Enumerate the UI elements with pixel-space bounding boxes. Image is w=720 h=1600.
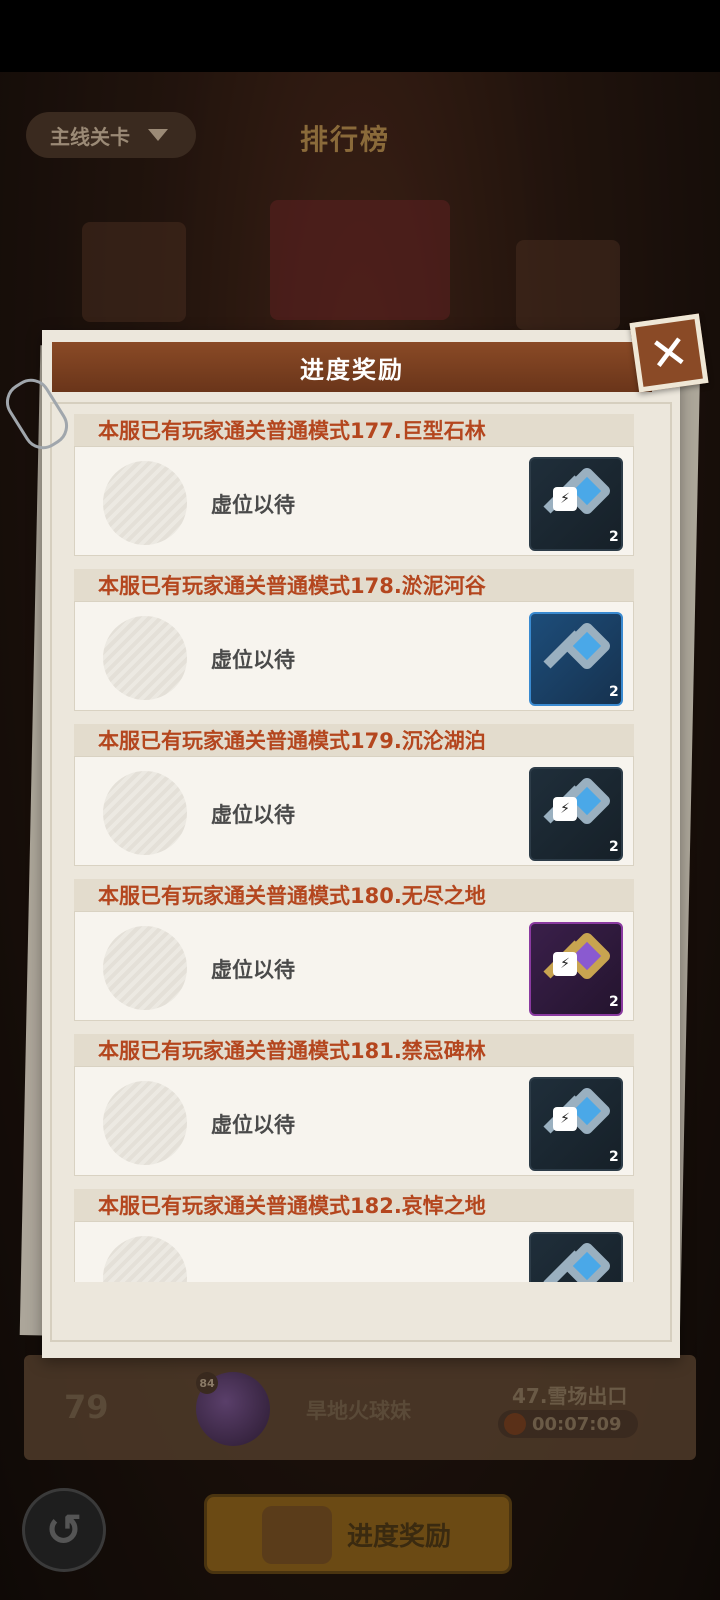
- podium-1: [270, 200, 450, 320]
- empty-avatar: [103, 926, 187, 1010]
- back-arrow-icon: ↺: [45, 1504, 83, 1556]
- lightning-lock-icon: ⚡: [553, 487, 577, 511]
- mode-selector[interactable]: 主线关卡: [26, 112, 196, 158]
- empty-avatar: [103, 616, 187, 700]
- list-item: 本服已有玩家通关普通模式179.沉沦湖泊 虚位以待 ⚡ 2: [74, 724, 634, 866]
- row-body: 虚位以待 2: [74, 601, 634, 711]
- progress-reward-modal: 进度奖励 本服已有玩家通关普通模式177.巨型石林 虚位以待 ⚡ 2 本服已有玩…: [42, 330, 680, 1358]
- leaderboard-title: 排行榜: [300, 123, 391, 156]
- row-status: 虚位以待: [211, 648, 295, 672]
- row-status: 虚位以待: [211, 1113, 295, 1137]
- row-status: 虚位以待: [211, 958, 295, 982]
- close-button[interactable]: ✕: [629, 313, 709, 393]
- progress-reward-button-label: 进度奖励: [347, 1521, 452, 1552]
- player-time-text: 00:07:09: [532, 1413, 622, 1435]
- clock-icon: [504, 1413, 526, 1435]
- row-title: 本服已有玩家通关普通模式179.沉沦湖泊: [74, 724, 634, 756]
- progress-reward-button[interactable]: 进度奖励: [204, 1494, 512, 1574]
- my-rank: 79: [64, 1388, 109, 1426]
- empty-avatar: [103, 771, 187, 855]
- empty-avatar: [103, 461, 187, 545]
- reward-count: 2: [609, 684, 619, 700]
- back-button[interactable]: ↺: [22, 1488, 106, 1572]
- podium-2: [82, 222, 186, 322]
- row-body: 虚位以待 ⚡ 2: [74, 756, 634, 866]
- list-item: 本服已有玩家通关普通模式178.淤泥河谷 虚位以待 2: [74, 569, 634, 711]
- podium-3: [516, 240, 620, 330]
- lightning-lock-icon: ⚡: [553, 1107, 577, 1131]
- treasure-chest-icon: [262, 1506, 332, 1564]
- list-item: 本服已有玩家通关普通模式181.禁忌碑林 虚位以待 ⚡ 2: [74, 1034, 634, 1176]
- reward-count: 2: [609, 994, 619, 1010]
- reward-count: 2: [609, 529, 619, 545]
- modal-title: 进度奖励: [300, 355, 404, 384]
- lightning-lock-icon: ⚡: [553, 952, 577, 976]
- row-title: 本服已有玩家通关普通模式178.淤泥河谷: [74, 569, 634, 601]
- chevron-down-icon: [148, 129, 168, 141]
- lightning-lock-icon: ⚡: [553, 797, 577, 821]
- list-item: 本服已有玩家通关普通模式182.哀悼之地: [74, 1189, 634, 1282]
- key-icon: [541, 620, 613, 694]
- reward-count: 2: [609, 1149, 619, 1165]
- player-time: 00:07:09: [498, 1410, 638, 1438]
- empty-avatar: [103, 1236, 187, 1282]
- player-stage: 47.雪场出口: [512, 1384, 628, 1408]
- row-status: 虚位以待: [211, 493, 295, 517]
- row-body: 虚位以待 ⚡ 2: [74, 446, 634, 556]
- row-title: 本服已有玩家通关普通模式177.巨型石林: [74, 414, 634, 446]
- row-body: 虚位以待 ⚡ 2: [74, 1066, 634, 1176]
- modal-header: 进度奖励: [52, 342, 652, 392]
- player-name: 旱地火球妹: [306, 1399, 411, 1423]
- row-title: 本服已有玩家通关普通模式181.禁忌碑林: [74, 1034, 634, 1066]
- list-item: 本服已有玩家通关普通模式177.巨型石林 虚位以待 ⚡ 2: [74, 414, 634, 556]
- key-icon: [541, 1240, 613, 1282]
- row-title: 本服已有玩家通关普通模式182.哀悼之地: [74, 1189, 634, 1221]
- row-body: [74, 1221, 634, 1282]
- list-item: 本服已有玩家通关普通模式180.无尽之地 虚位以待 ⚡ 2: [74, 879, 634, 1021]
- status-bar: [0, 0, 720, 72]
- reward-list[interactable]: 本服已有玩家通关普通模式177.巨型石林 虚位以待 ⚡ 2 本服已有玩家通关普通…: [74, 414, 634, 1282]
- level-badge: 84: [196, 1372, 218, 1394]
- empty-avatar: [103, 1081, 187, 1165]
- row-title: 本服已有玩家通关普通模式180.无尽之地: [74, 879, 634, 911]
- lightning-key-icon[interactable]: [529, 1232, 623, 1282]
- row-body: 虚位以待 ⚡ 2: [74, 911, 634, 1021]
- mode-selector-label: 主线关卡: [50, 124, 130, 149]
- reward-count: 2: [609, 839, 619, 855]
- row-status: 虚位以待: [211, 803, 295, 827]
- close-icon: ✕: [646, 323, 692, 383]
